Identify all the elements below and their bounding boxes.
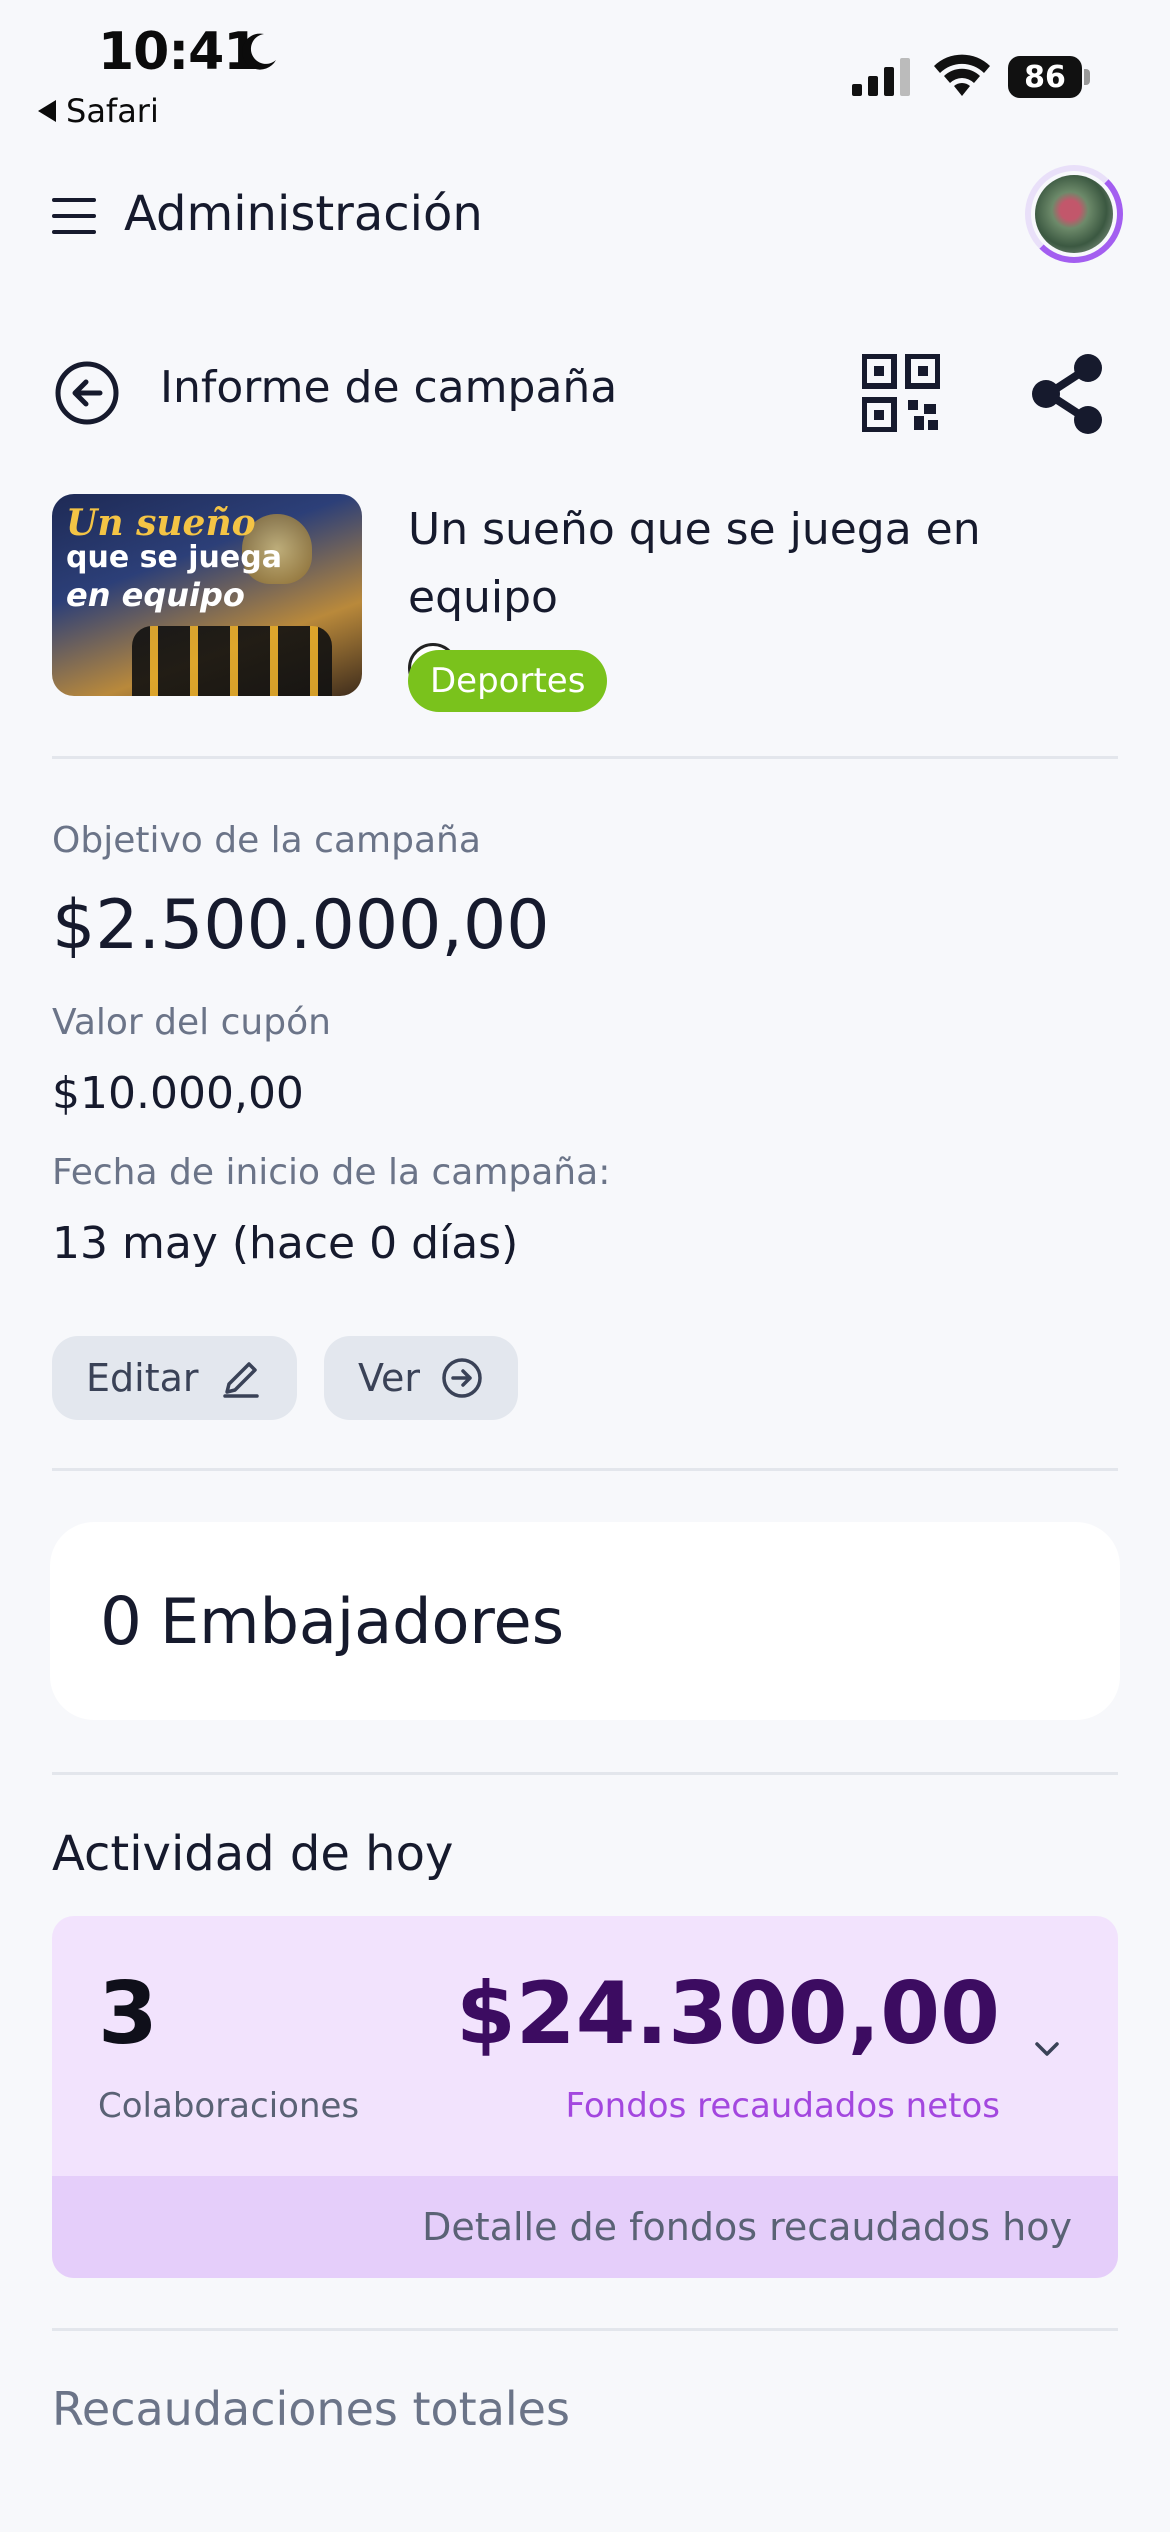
battery-level: 86: [1008, 56, 1082, 98]
edit-button-label: Editar: [86, 1356, 199, 1400]
net-funds-label: Fondos recaudados netos: [565, 2086, 1000, 2126]
back-to-app[interactable]: Safari: [38, 92, 159, 130]
ambassadors-label: Embajadores: [160, 1584, 564, 1658]
today-activity-card[interactable]: 3 Colaboraciones $24.300,00 Fondos recau…: [52, 1916, 1118, 2278]
pencil-icon: [222, 1362, 259, 1398]
goal-label: Objetivo de la campaña: [52, 820, 481, 861]
goal-value: $2.500.000,00: [52, 886, 550, 965]
back-triangle-icon: [38, 100, 56, 122]
status-time: 10:41: [98, 22, 260, 82]
divider: [52, 1772, 1118, 1775]
signal-icon: [852, 58, 910, 96]
divider: [52, 2328, 1118, 2331]
net-funds-amount: $24.300,00: [455, 1964, 1000, 2064]
moon-icon: [242, 33, 276, 70]
arrow-circle-right-icon: [442, 1358, 482, 1398]
battery-icon: 86: [1008, 56, 1090, 98]
image-text-line3: en equipo: [66, 576, 245, 614]
start-date-value: 13 may (hace 0 días): [52, 1218, 519, 1269]
category-tag: Deportes: [408, 650, 608, 712]
coupon-value: $10.000,00: [52, 1068, 304, 1119]
divider: [52, 1468, 1118, 1471]
view-button-label: Ver: [358, 1356, 421, 1400]
back-arrow-icon[interactable]: [54, 360, 120, 426]
share-icon[interactable]: [1028, 352, 1108, 436]
image-text-line2: que se juega: [66, 540, 282, 575]
ambassadors-count: 0: [100, 1582, 142, 1660]
divider: [52, 756, 1118, 759]
image-text-line1: Un sueño: [66, 502, 256, 544]
collaborations-count: 3: [98, 1964, 158, 2064]
campaign-image: Un sueño que se juega en equipo: [52, 494, 362, 696]
page-title: Informe de campaña: [160, 362, 618, 413]
edit-button[interactable]: Editar: [52, 1336, 297, 1420]
funds-detail-link[interactable]: Detalle de fondos recaudados hoy: [52, 2176, 1118, 2278]
back-app-label: Safari: [66, 92, 159, 130]
wifi-icon: [934, 54, 990, 96]
view-button[interactable]: Ver: [324, 1336, 519, 1420]
today-activity-title: Actividad de hoy: [52, 1826, 454, 1882]
funds-detail-label: Detalle de fondos recaudados hoy: [422, 2205, 1072, 2249]
chevron-down-icon[interactable]: [1030, 2032, 1064, 2066]
collaborations-label: Colaboraciones: [98, 2086, 360, 2126]
qr-code-icon[interactable]: [862, 354, 940, 432]
ambassadors-card[interactable]: 0 Embajadores: [50, 1522, 1120, 1720]
user-avatar[interactable]: [1025, 165, 1123, 263]
app-title: Administración: [124, 186, 483, 242]
start-date-label: Fecha de inicio de la campaña:: [52, 1152, 611, 1193]
coupon-label: Valor del cupón: [52, 1002, 331, 1043]
total-collections-title: Recaudaciones totales: [52, 2382, 570, 2436]
hamburger-menu-icon[interactable]: [52, 198, 96, 234]
campaign-name-text: Un sueño que se juega en equipo: [408, 504, 981, 623]
